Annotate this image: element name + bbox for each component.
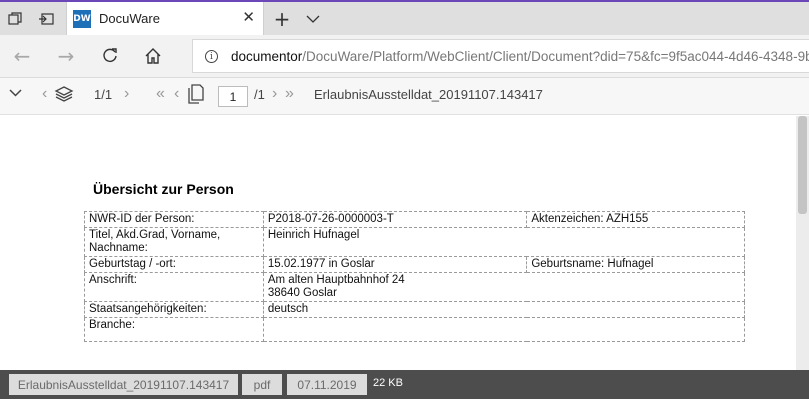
table-cell-extra: Aktenzeichen: AZH155 (526, 211, 745, 228)
browser-tab-strip: DW DocuWare ✕ + (0, 0, 809, 35)
chevron-down-icon[interactable] (9, 85, 22, 103)
set-tabs-aside-icon[interactable] (35, 8, 57, 30)
table-cell-value (262, 317, 746, 342)
filename-chip: ErlaubnisAusstelldat_20191107.143417 (9, 374, 238, 395)
viewer-toolbar: ‹ 1/1 › « ‹ /1 › » ErlaubnisAusstelldat_… (0, 78, 809, 115)
table-row: Staatsangehörigkeiten: deutsch (84, 301, 746, 318)
chevron-left-icon[interactable]: ‹ (42, 85, 47, 103)
table-cell-value: Am alten Hauptbahnhof 24 38640 Goslar (262, 272, 746, 302)
person-overview-table: NWR-ID der Person: P2018-07-26-0000003-T… (84, 211, 746, 342)
docuware-logo-icon: DW (73, 10, 91, 28)
plus-icon[interactable]: + (271, 7, 293, 31)
document-info-bar: ErlaubnisAusstelldat_20191107.143417 pdf… (0, 370, 809, 399)
info-icon[interactable]: i (205, 50, 218, 63)
filetype-chip: pdf (242, 374, 282, 395)
table-cell-value: deutsch (262, 301, 746, 318)
date-chip: 07.11.2019 (287, 374, 367, 395)
table-row: Geburtstag / -ort: 15.02.1977 in Goslar … (84, 256, 745, 273)
table-row: Titel, Akd.Grad, Vorname, Nachname: Hein… (84, 227, 746, 257)
url-host: documentor (231, 49, 303, 64)
forward-arrow-icon[interactable]: → (52, 43, 80, 69)
file-size: 22 KB (373, 377, 403, 389)
table-cell-extra: Geburtsname: Hufnagel (526, 256, 745, 273)
previous-page-icon[interactable]: ‹ (174, 85, 179, 103)
close-icon[interactable]: ✕ (242, 8, 255, 26)
chevron-down-icon[interactable] (302, 8, 324, 30)
address-bar[interactable]: i documentor/DocuWare/Platform/WebClient… (192, 39, 809, 73)
first-page-icon[interactable]: « (156, 85, 165, 103)
next-page-icon[interactable]: › (272, 85, 277, 103)
table-cell-value: Heinrich Hufnagel (262, 227, 746, 257)
table-cell-label: NWR-ID der Person: (84, 211, 264, 228)
url-text[interactable]: documentor/DocuWare/Platform/WebClient/C… (231, 49, 809, 64)
browser-nav-bar: ← → i documentor/DocuWare/Platform/WebCl… (0, 35, 809, 78)
scrollbar-thumb[interactable] (798, 116, 807, 214)
home-icon[interactable] (139, 43, 167, 69)
page-number-input[interactable] (218, 86, 248, 107)
address-line-2: 38640 Goslar (267, 287, 337, 299)
table-cell-label: Titel, Akd.Grad, Vorname, Nachname: (84, 227, 264, 257)
table-cell-value: 15.02.1977 in Goslar (262, 256, 528, 273)
url-path: /DocuWare/Platform/WebClient/Client/Docu… (302, 49, 809, 64)
refresh-icon[interactable] (96, 43, 124, 69)
chevron-right-icon[interactable]: › (124, 85, 129, 103)
table-cell-label: Branche: (84, 317, 264, 342)
tab-docuware[interactable]: DW DocuWare ✕ (66, 2, 264, 35)
document-title: Übersicht zur Person (93, 181, 234, 197)
table-cell-label: Anschrift: (84, 272, 264, 302)
layer-page-indicator: 1/1 (94, 87, 113, 102)
table-row: Branche: (84, 317, 746, 342)
table-cell-value: P2018-07-26-0000003-T (262, 211, 528, 228)
tab-actions-icon[interactable] (4, 8, 26, 30)
page-icon[interactable] (188, 84, 204, 109)
document-name: ErlaubnisAusstelldat_20191107.143417 (314, 87, 543, 102)
table-row: Anschrift: Am alten Hauptbahnhof 24 38640… (84, 272, 746, 302)
table-cell-label: Staatsangehörigkeiten: (84, 301, 264, 318)
page-total: /1 (254, 87, 265, 102)
last-page-icon[interactable]: » (285, 85, 294, 103)
layers-icon[interactable] (54, 84, 74, 109)
table-cell-label: Geburtstag / -ort: (84, 256, 264, 273)
back-arrow-icon[interactable]: ← (8, 43, 36, 69)
address-line-1: Am alten Hauptbahnhof 24 (267, 274, 405, 286)
tab-title: DocuWare (99, 11, 160, 26)
table-row: NWR-ID der Person: P2018-07-26-0000003-T… (84, 211, 745, 228)
